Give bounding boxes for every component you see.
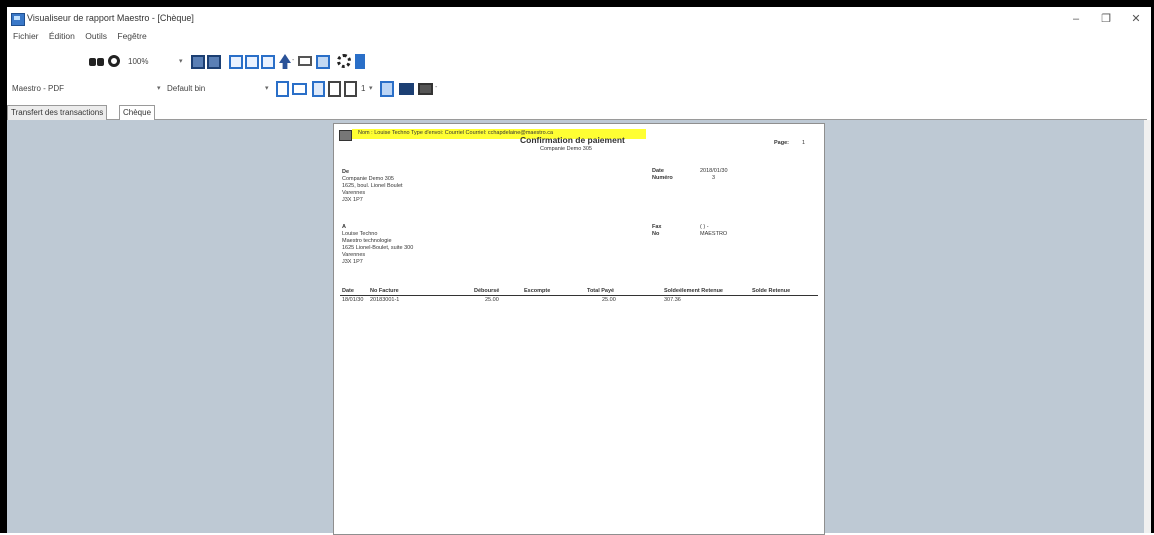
row-cell: 25.00 xyxy=(602,297,616,303)
bin-select[interactable]: Default bin xyxy=(167,84,205,93)
row-cell: 20183001-1 xyxy=(370,297,400,303)
column-header: Solde Retenue xyxy=(752,288,791,294)
to-line: Louise Techno xyxy=(342,231,378,237)
export-dropdown-icon[interactable]: - xyxy=(292,57,294,64)
one-page-icon[interactable] xyxy=(229,55,243,69)
close-button[interactable]: ✕ xyxy=(1123,10,1149,28)
from-line: J3X 1P7 xyxy=(342,197,363,203)
toolbar-view: 100% ▾ - xyxy=(7,50,1147,74)
number-value: 3 xyxy=(712,175,716,181)
refresh-icon[interactable] xyxy=(108,55,120,67)
page-number: 1 xyxy=(802,140,806,146)
output-dropdown-icon[interactable]: ▾ xyxy=(157,84,161,92)
print-icon[interactable] xyxy=(418,83,433,95)
to-line: Varennes xyxy=(342,252,366,258)
fax-label: Fax xyxy=(652,224,662,230)
app-icon xyxy=(11,13,25,26)
report-viewer[interactable]: Nom : Louise Techno Type d'envoi: Courri… xyxy=(7,120,1144,535)
column-header: No Facture xyxy=(370,288,399,294)
column-header: Total Payé xyxy=(587,288,615,294)
zoom-dropdown-icon[interactable]: ▾ xyxy=(179,57,183,65)
row-cell: 307.36 xyxy=(664,297,681,303)
tab-cheque[interactable]: Chèque xyxy=(119,105,156,120)
landscape-icon[interactable] xyxy=(292,83,307,95)
copies-value[interactable]: 1 xyxy=(361,84,365,93)
menu-outils[interactable]: Outils xyxy=(85,31,107,41)
print-dropdown-icon[interactable]: - xyxy=(435,84,437,91)
settings-icon[interactable] xyxy=(337,54,351,68)
title-bar: Visualiseur de rapport Maestro - [Chèque… xyxy=(7,7,1151,31)
email-icon[interactable] xyxy=(298,56,312,66)
send-icon[interactable] xyxy=(316,55,330,69)
output-select[interactable]: Maestro - PDF xyxy=(12,84,64,93)
menu-edition[interactable]: Édition xyxy=(49,31,75,41)
column-header: Date xyxy=(342,288,354,294)
multi-pages-icon[interactable] xyxy=(261,55,275,69)
to-line: 1625 Lionel-Boulet, suite 300 xyxy=(342,245,414,251)
from-label: De xyxy=(342,169,350,175)
report-title: Confirmation de paiement xyxy=(520,135,625,145)
to-label: A xyxy=(342,224,346,230)
from-line: Companie Demo 305 xyxy=(342,176,394,182)
page-label: Page: xyxy=(774,140,789,146)
column-header: Soldeélement Retenue xyxy=(664,288,723,294)
column-header: Escompte xyxy=(524,288,551,294)
exit-icon[interactable] xyxy=(355,54,365,69)
collate-icon[interactable] xyxy=(344,81,357,97)
printer-setup-icon[interactable] xyxy=(399,83,414,95)
header-rule xyxy=(340,295,818,296)
fax-value: ( ) - xyxy=(700,224,709,230)
find-icon[interactable] xyxy=(89,55,105,67)
screen-border-top xyxy=(0,0,1154,7)
no-value: MAESTRO xyxy=(700,231,728,237)
screen-border-left xyxy=(0,0,7,533)
vertical-scrollbar[interactable] xyxy=(1144,120,1151,533)
menu-bar: Fichier Édition Outils Fegêtre xyxy=(7,31,149,47)
export-icon[interactable] xyxy=(279,54,291,69)
zoom-value[interactable]: 100% xyxy=(128,57,148,66)
to-line: Maestro technologie xyxy=(342,238,392,244)
banner-icon xyxy=(339,130,352,141)
maximize-button[interactable]: ❐ xyxy=(1093,10,1119,28)
fit-page-icon[interactable] xyxy=(191,55,205,69)
bin-dropdown-icon[interactable]: ▾ xyxy=(265,84,269,92)
minimize-button[interactable]: – xyxy=(1063,10,1089,28)
window-title: Visualiseur de rapport Maestro - [Chèque… xyxy=(27,13,194,23)
from-line: 1625, boul. Lionel Boulet xyxy=(342,183,403,189)
two-pages-icon[interactable] xyxy=(245,55,259,69)
row-cell: 25.00 xyxy=(485,297,499,303)
report-company: Companie Demo 305 xyxy=(540,146,592,152)
page-copy-icon[interactable] xyxy=(328,81,341,97)
copies-dropdown-icon[interactable]: ▾ xyxy=(369,84,373,92)
column-header: Déboursé xyxy=(474,288,500,294)
toolbar-print: Maestro - PDF ▾ Default bin ▾ 1 ▾ - xyxy=(7,78,1147,102)
tab-transfert-transactions[interactable]: Transfert des transactions xyxy=(7,105,108,120)
to-line: J3X 1P7 xyxy=(342,259,363,265)
duplex-icon[interactable] xyxy=(312,81,325,97)
fit-width-icon[interactable] xyxy=(207,55,221,69)
tab-bar: Transfert des transactions Chèque xyxy=(7,104,1147,120)
number-label: Numéro xyxy=(652,175,673,181)
portrait-icon[interactable] xyxy=(276,81,289,97)
print-preview-icon[interactable] xyxy=(380,81,394,97)
report-page: Nom : Louise Techno Type d'envoi: Courri… xyxy=(333,123,825,535)
from-line: Varennes xyxy=(342,190,366,196)
menu-fenetre[interactable]: Fegêtre xyxy=(117,31,146,41)
date-label: Date xyxy=(652,168,664,174)
menu-fichier[interactable]: Fichier xyxy=(13,31,39,41)
date-value: 2018/01/30 xyxy=(700,168,728,174)
no-label: No xyxy=(652,231,660,237)
row-cell: 18/01/30 xyxy=(342,297,364,303)
